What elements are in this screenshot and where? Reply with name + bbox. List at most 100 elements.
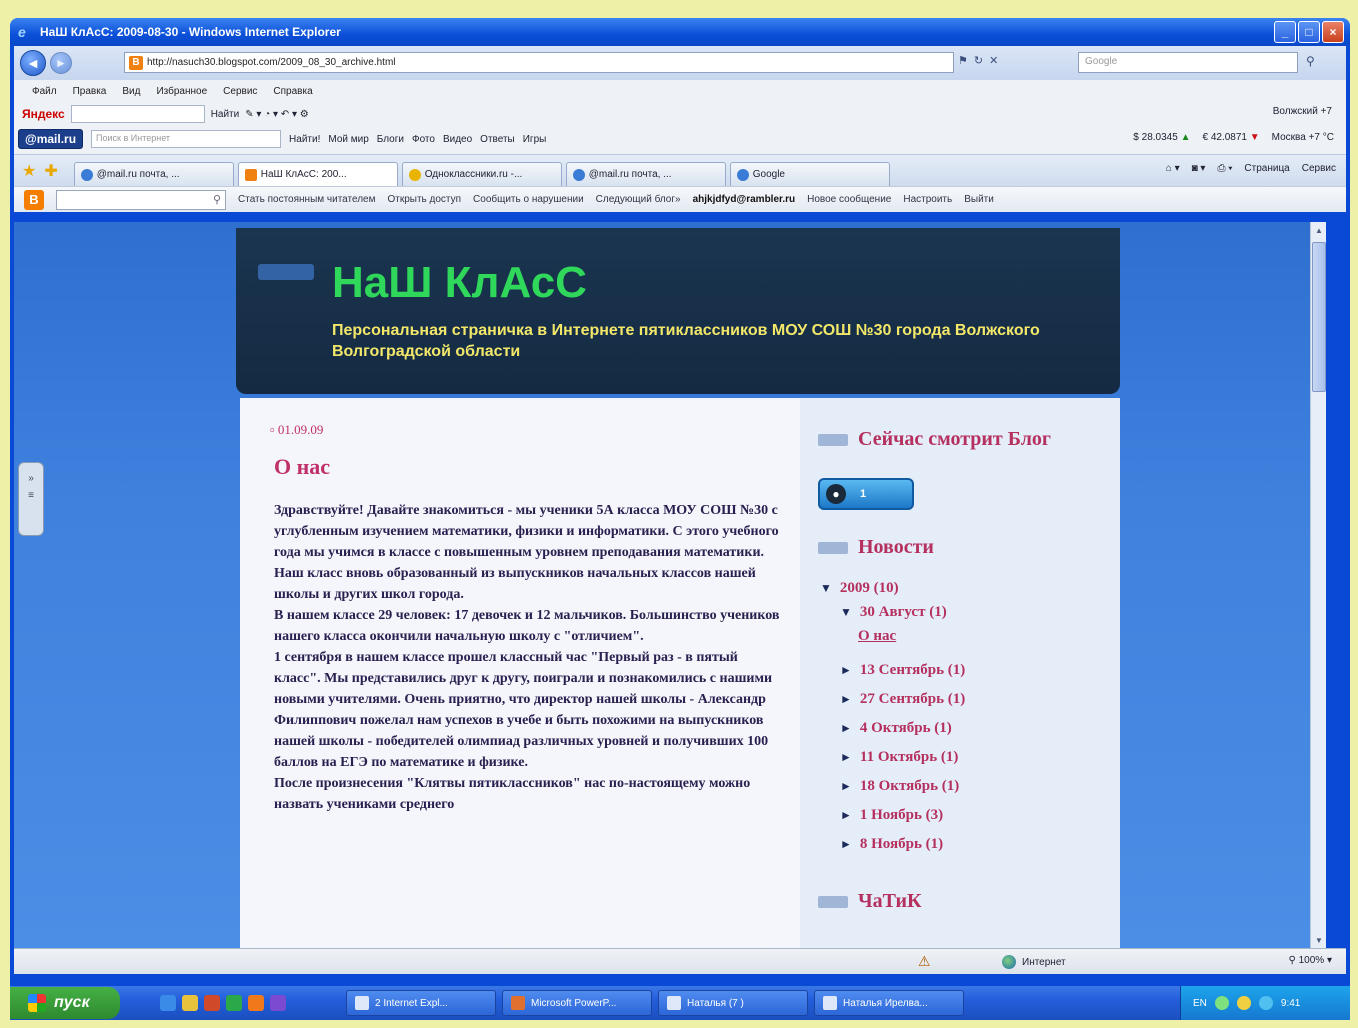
tab-blog[interactable]: НаШ КлАсС: 200... <box>237 162 398 186</box>
mailru-logo[interactable]: @mail.ru <box>18 129 84 149</box>
task-label: 2 Internet Expl... <box>375 997 448 1009</box>
tools-menu[interactable]: Сервис <box>1302 163 1336 174</box>
zoom-level[interactable]: ⚲ 100% ▾ <box>1289 955 1333 966</box>
close-button[interactable]: × <box>1322 21 1344 43</box>
compat-icon[interactable]: ⚑ <box>958 54 968 67</box>
menu-file[interactable]: Файл <box>32 86 57 97</box>
language-indicator[interactable]: EN <box>1193 998 1207 1009</box>
menu-view[interactable]: Вид <box>122 86 140 97</box>
stop-icon[interactable]: ✕ <box>989 54 998 67</box>
archive-week[interactable]: ► 4 Октябрь (1) <box>840 720 952 737</box>
menu-help[interactable]: Справка <box>273 86 312 97</box>
blog-search-input[interactable]: ⚲ <box>56 189 226 210</box>
add-favorites-icon[interactable]: ✚ <box>44 161 57 181</box>
share-link[interactable]: Открыть доступ <box>387 194 461 205</box>
blog-title[interactable]: НаШ КлАсС <box>332 258 587 308</box>
menu-tools[interactable]: Сервис <box>223 86 257 97</box>
address-input[interactable]: B http://nasuch30.blogspot.com/2009_08_3… <box>124 52 954 73</box>
archive-week[interactable]: ► 27 Сентябрь (1) <box>840 691 965 708</box>
taskbar-item-ie[interactable]: 2 Internet Expl... <box>346 990 496 1016</box>
home-icon[interactable]: ⌂ ▾ <box>1166 163 1180 174</box>
taskbar-item-powerpoint[interactable]: Microsoft PowerP... <box>502 990 652 1016</box>
customize-link[interactable]: Настроить <box>903 194 952 205</box>
yandex-search-button[interactable]: Найти <box>211 109 240 120</box>
yandex-tools-icon[interactable]: ✎ ▾ ◔ ▾ ↶ ▾ ⚙ <box>245 109 309 120</box>
start-button[interactable]: пуск <box>10 987 120 1019</box>
search-input[interactable]: Google <box>1078 52 1298 73</box>
tab-google[interactable]: Google <box>729 162 890 186</box>
app-quick-icon[interactable] <box>226 995 242 1011</box>
new-post-link[interactable]: Новое сообщение <box>807 194 891 205</box>
archive-week[interactable]: ► 8 Ноябрь (1) <box>840 836 943 853</box>
sign-out-link[interactable]: Выйти <box>964 194 994 205</box>
menu-edit[interactable]: Правка <box>73 86 107 97</box>
app3-quick-icon[interactable] <box>270 995 286 1011</box>
report-abuse-link[interactable]: Сообщить о нарушении <box>473 194 584 205</box>
clock[interactable]: 9:41 <box>1281 998 1300 1009</box>
ie-quick-icon[interactable] <box>160 995 176 1011</box>
search-icon[interactable]: ⚲ <box>1306 54 1315 68</box>
menu-favorites[interactable]: Избранное <box>156 86 207 97</box>
antivirus-icon[interactable] <box>1258 996 1273 1010</box>
taskbar-item-chat1[interactable]: Наталья (7 ) <box>658 990 808 1016</box>
archive-post-label[interactable]: О нас <box>858 628 896 644</box>
taskbar-item-chat2[interactable]: Наталья Ирелва... <box>814 990 964 1016</box>
archive-week[interactable]: ► 1 Ноябрь (3) <box>840 807 943 824</box>
mailru-item-answers[interactable]: Ответы <box>480 134 515 145</box>
post-title[interactable]: О нас <box>274 454 330 480</box>
next-blog-link[interactable]: Следующий блог» <box>596 194 681 205</box>
search-icon[interactable]: ⚲ <box>213 193 221 206</box>
scroll-down-icon[interactable]: ▼ <box>1311 932 1326 948</box>
network-icon[interactable] <box>1214 996 1229 1010</box>
forward-button[interactable]: ► <box>50 52 72 74</box>
media-quick-icon[interactable] <box>204 995 220 1011</box>
blogger-logo-icon[interactable]: B <box>24 189 44 210</box>
weather-widget[interactable]: Москва +7 °C <box>1272 132 1334 143</box>
scroll-up-icon[interactable]: ▲ <box>1311 222 1326 238</box>
mailru-item-blogs[interactable]: Блоги <box>377 134 404 145</box>
news-title-text: Новости <box>858 536 934 558</box>
yandex-weather[interactable]: Волжский +7 <box>1273 106 1332 117</box>
sidebar-toggle[interactable]: » ≡ <box>18 462 44 536</box>
page-menu[interactable]: Страница <box>1244 163 1289 174</box>
mailru-search-input[interactable]: Поиск в Интернет <box>91 130 282 148</box>
archive-month[interactable]: ▼ 30 Август (1) <box>840 604 947 621</box>
mailru-item-games[interactable]: Игры <box>523 134 547 145</box>
minimize-button[interactable]: _ <box>1274 21 1296 43</box>
follow-link[interactable]: Стать постоянным читателем <box>238 194 375 205</box>
folder-quick-icon[interactable] <box>182 995 198 1011</box>
chat-title-text: ЧаТиК <box>858 890 922 912</box>
tab-mail-1[interactable]: @mail.ru почта, ... <box>73 162 234 186</box>
news-widget-title: Новости <box>818 536 934 559</box>
mailru-search-button[interactable]: Найти! <box>289 134 320 145</box>
yandex-search-input[interactable] <box>70 105 205 123</box>
tab-mail-2[interactable]: @mail.ru почта, ... <box>565 162 726 186</box>
post-body: Здравствуйте! Давайте знакомиться - мы у… <box>274 500 780 815</box>
mailru-item-photo[interactable]: Фото <box>412 134 435 145</box>
security-zone[interactable]: Интернет <box>1002 955 1066 969</box>
archive-week[interactable]: ► 13 Сентябрь (1) <box>840 662 965 679</box>
archive-post-link[interactable]: О нас <box>858 628 896 645</box>
security-icon[interactable]: ⚠ <box>918 953 931 970</box>
viewers-counter[interactable]: ● 1 <box>818 478 914 510</box>
archive-week-label: 11 Октябрь (1) <box>859 749 959 765</box>
favorites-star-icon[interactable]: ★ <box>22 161 36 181</box>
maximize-button[interactable]: □ <box>1298 21 1320 43</box>
app2-quick-icon[interactable] <box>248 995 264 1011</box>
yandex-logo[interactable]: Яндекс <box>22 107 65 121</box>
print-icon[interactable]: ⎙ ▾ <box>1217 163 1232 174</box>
archive-week[interactable]: ► 18 Октябрь (1) <box>840 778 959 795</box>
volume-icon[interactable] <box>1236 996 1251 1010</box>
refresh-icon[interactable]: ↻ <box>974 54 983 67</box>
mailru-item-video[interactable]: Видео <box>443 134 472 145</box>
widget-bar-icon <box>818 433 848 446</box>
tab-odnoklassniki[interactable]: Одноклассники.ru -... <box>401 162 562 186</box>
vertical-scrollbar[interactable]: ▲ ▼ <box>1310 222 1326 948</box>
archive-week[interactable]: ► 11 Октябрь (1) <box>840 749 958 766</box>
mailru-item-myworld[interactable]: Мой мир <box>328 134 368 145</box>
scroll-thumb[interactable] <box>1312 242 1326 392</box>
archive-year[interactable]: ▼ 2009 (10) <box>820 580 899 597</box>
title-bar[interactable]: e НаШ КлАсС: 2009-08-30 - Windows Intern… <box>10 18 1350 46</box>
rss-icon[interactable]: ◙ ▾ <box>1192 163 1206 174</box>
back-button[interactable]: ◄ <box>20 50 46 76</box>
